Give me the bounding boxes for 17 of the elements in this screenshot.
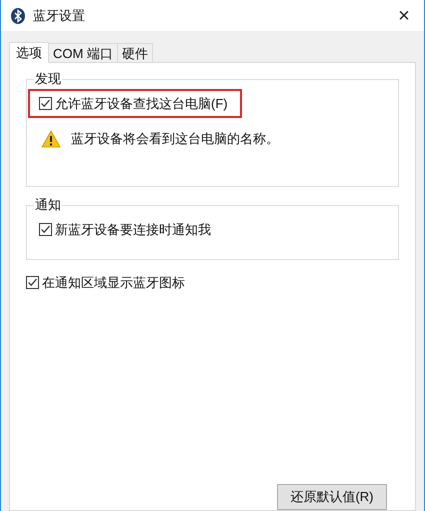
- tab[interactable]: 选项: [9, 42, 49, 63]
- warning-icon: [41, 130, 61, 148]
- group-legend: 发现: [34, 71, 62, 87]
- checkbox-label[interactable]: 在通知区域显示蓝牙图标: [42, 273, 185, 292]
- tab[interactable]: 硬件: [118, 43, 153, 62]
- tab[interactable]: COM 端口: [49, 43, 118, 62]
- bluetooth-icon: [11, 8, 25, 24]
- restore-defaults-button[interactable]: 还原默认值(R): [277, 484, 387, 510]
- checkbox[interactable]: [26, 276, 39, 290]
- checkbox[interactable]: [39, 223, 52, 236]
- close-button[interactable]: ×: [392, 6, 416, 26]
- checkbox-label[interactable]: 允许蓝牙设备查找这台电脑(F): [55, 94, 228, 114]
- warning-text: 蓝牙设备将会看到这台电脑的名称。: [71, 130, 279, 148]
- checkbox-label[interactable]: 新蓝牙设备要连接时通知我: [55, 220, 211, 240]
- group-legend: 通知: [34, 197, 62, 213]
- window-title: 蓝牙设置: [33, 6, 85, 25]
- checkbox[interactable]: [39, 97, 52, 110]
